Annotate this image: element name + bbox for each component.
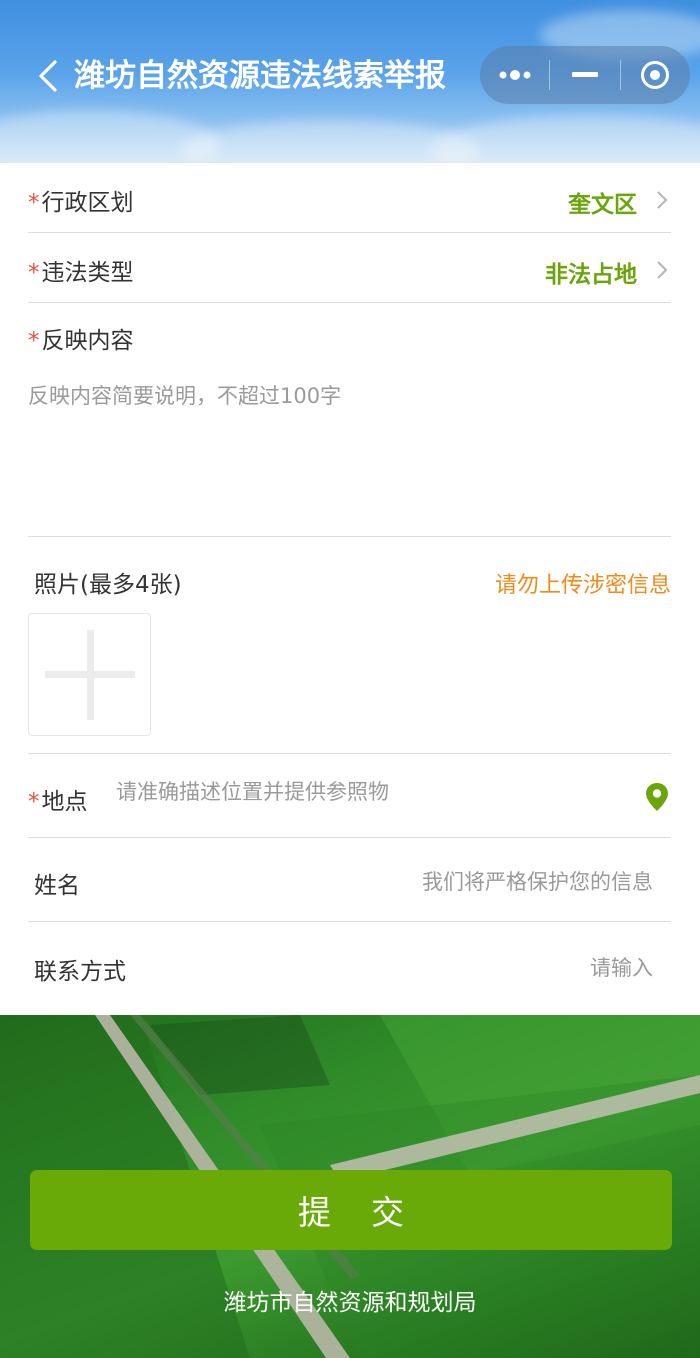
submit-button[interactable]: 提交 — [30, 1170, 672, 1250]
chevron-right-icon — [657, 191, 668, 209]
required-mark: * — [28, 260, 40, 286]
report-form: *行政区划 奎文区 *违法类型 非法占地 *反映内容 反映内容简要说明，不超过1… — [0, 163, 700, 1015]
location-label-text: 地点 — [41, 789, 88, 815]
navigation-bar: 潍坊自然资源违法线索举报 — [0, 0, 700, 163]
content-textarea[interactable]: 反映内容简要说明，不超过100字 — [28, 380, 341, 410]
name-row: 姓名 我们将严格保护您的信息 — [28, 838, 671, 922]
required-mark: * — [28, 190, 40, 216]
mini-program-capsule — [480, 46, 690, 104]
content-label-text: 反映内容 — [41, 328, 134, 354]
required-mark: * — [28, 328, 40, 354]
violation-type-label-text: 违法类型 — [41, 260, 134, 286]
name-input[interactable]: 我们将严格保护您的信息 — [422, 866, 653, 896]
location-pin-icon[interactable] — [645, 782, 669, 812]
back-icon[interactable] — [30, 56, 66, 96]
location-row: *地点 请准确描述位置并提供参照物 — [28, 754, 671, 838]
content-label: *反映内容 — [28, 321, 134, 355]
location-input[interactable]: 请准确描述位置并提供参照物 — [116, 776, 389, 806]
minimize-icon[interactable] — [550, 46, 619, 104]
organization-name: 潍坊市自然资源和规划局 — [223, 1290, 477, 1316]
photos-row: 照片(最多4张) 请勿上传涉密信息 — [28, 537, 671, 754]
violation-type-label: *违法类型 — [28, 253, 134, 287]
plus-icon — [87, 630, 94, 720]
contact-label: 联系方式 — [34, 959, 126, 985]
cloud-decoration — [430, 115, 700, 163]
district-row[interactable]: *行政区划 奎文区 — [28, 163, 671, 233]
photos-warning: 请勿上传涉密信息 — [494, 573, 671, 598]
page-title: 潍坊自然资源违法线索举报 — [74, 58, 446, 94]
close-icon[interactable] — [621, 46, 690, 104]
district-label-text: 行政区划 — [41, 190, 134, 216]
violation-type-row[interactable]: *违法类型 非法占地 — [28, 233, 671, 303]
content-row: *反映内容 反映内容简要说明，不超过100字 — [28, 303, 671, 537]
footer-background: 提交 潍坊市自然资源和规划局 — [0, 1015, 700, 1358]
chevron-right-icon — [657, 261, 668, 279]
required-mark: * — [28, 789, 40, 815]
contact-row: 联系方式 请输入 — [28, 922, 671, 1015]
violation-type-value[interactable]: 非法占地 — [545, 255, 637, 289]
contact-input[interactable]: 请输入 — [590, 952, 653, 982]
name-label: 姓名 — [34, 873, 80, 899]
district-value[interactable]: 奎文区 — [568, 185, 637, 219]
photos-label: 照片(最多4张) — [34, 572, 182, 598]
location-label: *地点 — [28, 782, 88, 816]
photo-upload-button[interactable] — [28, 613, 151, 736]
more-icon[interactable] — [480, 46, 549, 104]
district-label: *行政区划 — [28, 183, 134, 217]
